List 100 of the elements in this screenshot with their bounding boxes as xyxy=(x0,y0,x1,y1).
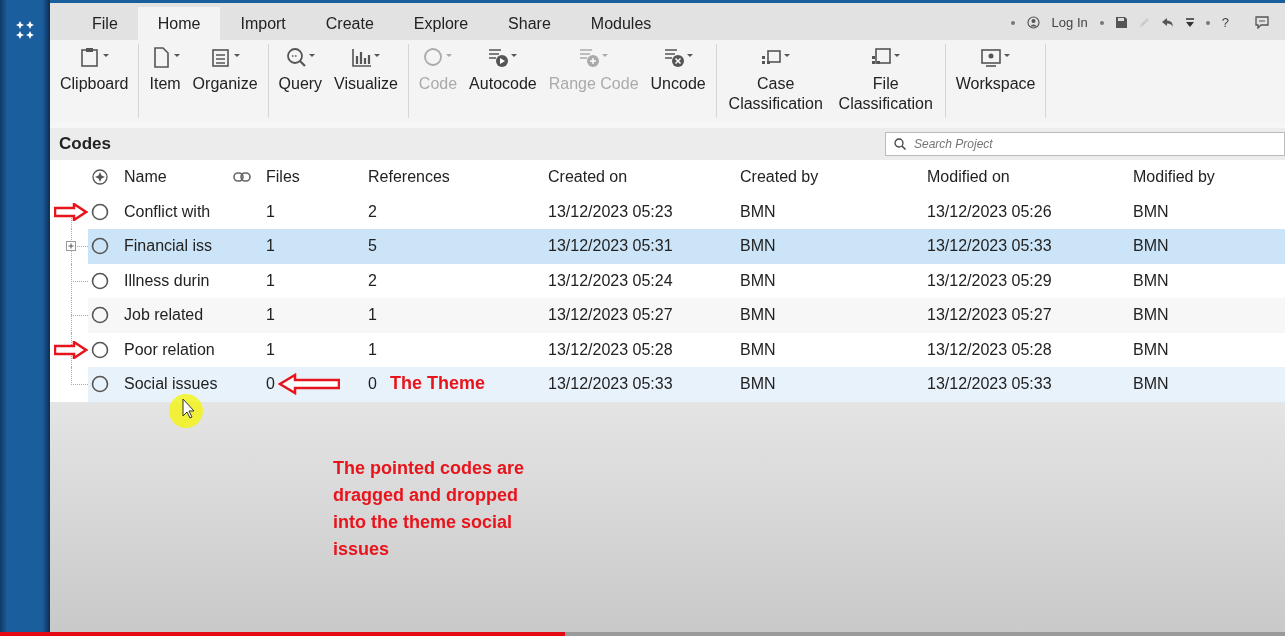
add-column-icon[interactable] xyxy=(92,169,108,186)
column-header[interactable]: Name xyxy=(124,168,167,187)
visualize-icon xyxy=(350,46,382,68)
code-name[interactable]: Illness durin xyxy=(124,271,210,290)
panel-title: Codes xyxy=(59,134,111,154)
table-cell: 13/12/2023 05:27 xyxy=(548,306,673,325)
table-cell: 13/12/2023 05:23 xyxy=(548,202,673,221)
code-icon xyxy=(422,46,454,68)
ribbon-button[interactable]: Visualize xyxy=(328,44,404,118)
table-cell: 13/12/2023 05:33 xyxy=(927,375,1052,394)
ribbon-tab[interactable]: Explore xyxy=(393,7,489,40)
clipboard-icon xyxy=(78,46,110,68)
table-cell: 2 xyxy=(368,271,377,290)
help-button[interactable]: ? xyxy=(1221,15,1229,30)
ribbon-button[interactable]: Uncode xyxy=(644,44,712,118)
ribbon-tab[interactable]: Share xyxy=(488,7,571,40)
undo-icon[interactable] xyxy=(1161,17,1174,28)
table-cell: BMN xyxy=(740,340,776,359)
ribbon-tab[interactable]: Import xyxy=(220,7,306,40)
code-node-icon xyxy=(91,340,109,359)
callout-text: The Theme xyxy=(390,373,486,394)
table-cell: 13/12/2023 05:27 xyxy=(927,306,1052,325)
ribbon-button[interactable]: Autocode xyxy=(463,44,543,118)
table-cell: BMN xyxy=(1133,340,1169,359)
table-cell: 1 xyxy=(368,340,377,359)
code-node-icon xyxy=(91,375,109,394)
table-cell: BMN xyxy=(740,271,776,290)
code-node-icon xyxy=(91,237,109,256)
search-icon xyxy=(894,138,906,150)
code-name[interactable]: Social issues xyxy=(124,375,218,394)
table-row[interactable]: Financial iss 1 5 13/12/2023 05:31 BMN 13/12/2023 05:33 BMN xyxy=(88,229,1285,264)
ribbon-button[interactable]: File Classification xyxy=(830,44,941,118)
arrow-annotation xyxy=(54,202,88,221)
table-cell: 13/12/2023 05:24 xyxy=(548,271,673,290)
ribbon-button[interactable]: Query xyxy=(272,44,329,118)
link-icon[interactable] xyxy=(233,172,251,183)
table-row[interactable]: Poor relation 1 1 13/12/2023 05:28 BMN 13/12/2023 05:28 BMN xyxy=(88,332,1285,367)
table-cell: BMN xyxy=(740,306,776,325)
table-cell: BMN xyxy=(1133,237,1169,256)
annotation-note: The pointed codes are dragged and dropped into the theme social issues xyxy=(333,457,526,561)
organize-icon xyxy=(209,46,241,68)
table-cell: 1 xyxy=(266,271,275,290)
user-icon[interactable] xyxy=(1026,16,1040,29)
code-name[interactable]: Poor relation xyxy=(124,340,215,359)
code-node-icon xyxy=(91,306,109,325)
table-cell: 1 xyxy=(266,237,275,256)
app-logo-icon[interactable] xyxy=(15,20,35,40)
ribbon-button[interactable]: Case Classification xyxy=(720,44,831,118)
code-name[interactable]: Financial iss xyxy=(124,237,213,256)
autocode-icon xyxy=(487,46,519,68)
column-header[interactable]: Created on xyxy=(548,168,628,187)
code-name[interactable]: Conflict with xyxy=(124,202,211,221)
table-cell: 13/12/2023 05:26 xyxy=(927,202,1052,221)
table-cell: BMN xyxy=(740,237,776,256)
table-cell: BMN xyxy=(1133,271,1169,290)
table-row[interactable]: Job related 1 1 13/12/2023 05:27 BMN 13/12/2023 05:27 BMN xyxy=(88,298,1285,333)
table-cell: 13/12/2023 05:33 xyxy=(548,375,673,394)
ribbon-button[interactable]: Organize xyxy=(186,44,264,118)
login-link[interactable]: Log In xyxy=(1051,15,1088,30)
table-cell: BMN xyxy=(1133,202,1169,221)
column-header[interactable]: References xyxy=(368,168,450,187)
table-cell: 0 xyxy=(368,375,377,394)
column-header[interactable]: Modified by xyxy=(1133,168,1215,187)
comment-icon[interactable] xyxy=(1255,16,1269,29)
arrow-annotation xyxy=(278,373,340,395)
expand-icon[interactable] xyxy=(66,241,76,251)
table-cell: 1 xyxy=(266,306,275,325)
table-cell: 5 xyxy=(368,237,377,256)
code-node-icon xyxy=(91,202,109,221)
table-row[interactable]: Illness durin 1 2 13/12/2023 05:24 BMN 13/12/2023 05:29 BMN xyxy=(88,263,1285,298)
table-row[interactable]: Conflict with 1 2 13/12/2023 05:23 BMN 13/12/2023 05:26 BMN xyxy=(88,194,1285,229)
ribbon-button[interactable]: Item xyxy=(143,44,187,118)
workspace-icon xyxy=(980,46,1012,68)
table-cell: 0 xyxy=(266,375,275,394)
ribbon-tab[interactable]: Modules xyxy=(570,7,672,40)
search-field[interactable]: Search Project xyxy=(885,132,1285,156)
dropdown-icon[interactable] xyxy=(1185,17,1194,28)
ribbon-tab[interactable]: File xyxy=(72,7,138,40)
table-cell: BMN xyxy=(1133,306,1169,325)
table-cell: 1 xyxy=(266,340,275,359)
table-cell: 13/12/2023 05:28 xyxy=(548,340,673,359)
save-icon[interactable] xyxy=(1115,17,1127,28)
code-name[interactable]: Job related xyxy=(124,306,204,325)
table-cell: 13/12/2023 05:33 xyxy=(927,237,1052,256)
ribbon-tab[interactable]: Home xyxy=(137,7,221,40)
search-field[interactable]: Search Project xyxy=(914,133,1284,155)
arrow-annotation xyxy=(54,340,88,359)
table-cell: BMN xyxy=(740,375,776,394)
column-header[interactable]: Created by xyxy=(740,168,819,187)
column-header[interactable]: Files xyxy=(266,168,300,187)
table-cell: BMN xyxy=(1133,375,1169,394)
table-cell: 2 xyxy=(368,202,377,221)
table-cell: 13/12/2023 05:29 xyxy=(927,271,1052,290)
table-cell: 13/12/2023 05:28 xyxy=(927,340,1052,359)
ribbon-button[interactable]: Workspace xyxy=(949,44,1042,118)
table-cell: 1 xyxy=(368,306,377,325)
code-node-icon xyxy=(91,271,109,290)
ribbon-button[interactable]: Clipboard xyxy=(54,44,135,118)
column-header[interactable]: Modified on xyxy=(927,168,1010,187)
ribbon-tab[interactable]: Create xyxy=(305,7,394,40)
